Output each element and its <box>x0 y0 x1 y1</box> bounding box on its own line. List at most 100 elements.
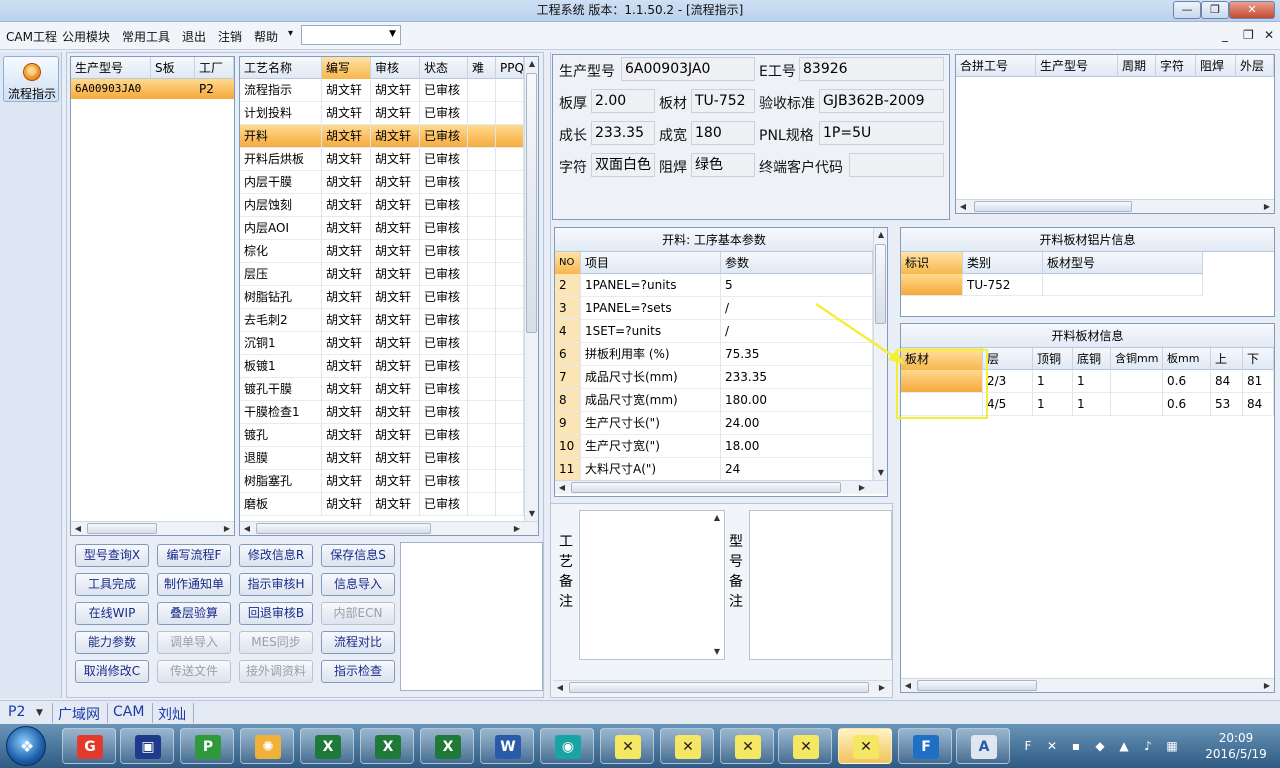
taskbar-excel-3[interactable]: X <box>420 728 474 764</box>
craft-remark-textarea[interactable]: ▲ ▼ <box>579 510 725 660</box>
tray-chart-icon[interactable]: ▲ <box>1116 738 1132 754</box>
volume-icon[interactable]: ♪ <box>1140 738 1156 754</box>
clock[interactable]: 20:09 2016/5/19 <box>1196 730 1276 762</box>
board-hscroll[interactable]: ◀ ▶ <box>901 678 1274 692</box>
col-down[interactable]: 下 <box>1243 348 1274 370</box>
col-bottom-cu[interactable]: 底铜 <box>1073 348 1111 370</box>
model-remark-textarea[interactable] <box>749 510 892 660</box>
table-row[interactable]: 11 大料尺寸A(") 24 <box>555 458 873 481</box>
scroll-down-icon[interactable]: ▼ <box>525 507 538 521</box>
action-button[interactable]: 信息导入 <box>321 573 395 596</box>
action-button[interactable]: 修改信息R <box>239 544 313 567</box>
scroll-left-icon[interactable]: ◀ <box>71 522 85 536</box>
action-button[interactable]: 回退审核B <box>239 602 313 625</box>
table-row[interactable]: 内层AOI 胡文轩 胡文轩 已审核 <box>240 217 524 240</box>
scroll-up-icon[interactable]: ▲ <box>525 57 538 71</box>
taskbar-excel-2[interactable]: X <box>360 728 414 764</box>
tray-f-icon[interactable]: F <box>1020 738 1036 754</box>
col-factory[interactable]: 工厂 <box>195 57 234 79</box>
action-button[interactable]: 调单导入 <box>157 631 231 654</box>
remarks-hscroll[interactable]: ◀ ▶ <box>553 680 892 694</box>
chevron-down-icon[interactable]: ▼ <box>36 708 43 718</box>
action-button[interactable]: 型号查询X <box>75 544 149 567</box>
status-factory[interactable]: P2 <box>8 704 25 720</box>
action-button[interactable]: 保存信息S <box>321 544 395 567</box>
nav-flow-button[interactable]: ◎ 流程指示 <box>3 56 59 102</box>
col-merge-mask[interactable]: 阻焊 <box>1196 55 1236 77</box>
taskbar-app-g[interactable]: G <box>62 728 116 764</box>
action-button[interactable]: 指示审核H <box>239 573 313 596</box>
table-row[interactable]: 镀孔 胡文轩 胡文轩 已审核 <box>240 424 524 447</box>
table-row[interactable]: 内层蚀刻 胡文轩 胡文轩 已审核 <box>240 194 524 217</box>
scroll-thumb[interactable] <box>526 73 537 333</box>
table-row[interactable]: 干膜检查1 胡文轩 胡文轩 已审核 <box>240 401 524 424</box>
col-s-board[interactable]: S板 <box>151 57 195 79</box>
taskbar-xterm-active[interactable]: ✕ <box>838 728 892 764</box>
merge-grid-hscroll[interactable]: ◀ ▶ <box>956 199 1274 213</box>
col-status[interactable]: 状态 <box>420 57 468 79</box>
network-icon[interactable]: ▦ <box>1164 738 1180 754</box>
col-difficulty[interactable]: 难 <box>468 57 496 79</box>
start-button[interactable]: ❖ <box>6 726 46 766</box>
col-board-thickness[interactable]: 板mm <box>1163 348 1211 370</box>
table-row[interactable]: 层压 胡文轩 胡文轩 已审核 <box>240 263 524 286</box>
table-row[interactable]: 计划投料 胡文轩 胡文轩 已审核 <box>240 102 524 125</box>
table-row[interactable]: 磨板 胡文轩 胡文轩 已审核 <box>240 493 524 516</box>
scroll-thumb[interactable] <box>87 523 157 534</box>
taskbar-xterm-3[interactable]: ✕ <box>720 728 774 764</box>
menu-cam[interactable]: CAM工程 <box>6 28 57 45</box>
menu-logout[interactable]: 注销 <box>218 28 242 45</box>
action-button[interactable]: 编写流程F <box>157 544 231 567</box>
col-ppqe[interactable]: PPQE <box>496 57 524 79</box>
menu-exit[interactable]: 退出 <box>182 28 206 45</box>
table-row[interactable]: 树脂塞孔 胡文轩 胡文轩 已审核 <box>240 470 524 493</box>
eno-value[interactable]: 83926 <box>799 57 944 81</box>
col-merge-outer[interactable]: 外层 <box>1236 55 1274 77</box>
scroll-left-icon[interactable]: ◀ <box>956 200 970 214</box>
col-merge-model[interactable]: 生产型号 <box>1036 55 1118 77</box>
scroll-left-icon[interactable]: ◀ <box>555 481 569 495</box>
taskbar-app-eye[interactable]: ◉ <box>540 728 594 764</box>
table-row[interactable]: 流程指示 胡文轩 胡文轩 已审核 <box>240 79 524 102</box>
col-model[interactable]: 生产型号 <box>71 57 151 79</box>
taskbar-app-save[interactable]: ▣ <box>120 728 174 764</box>
action-button[interactable]: 制作通知单 <box>157 573 231 596</box>
col-up[interactable]: 上 <box>1211 348 1243 370</box>
col-merge-char[interactable]: 字符 <box>1156 55 1196 77</box>
col-item[interactable]: 项目 <box>581 252 721 274</box>
table-row[interactable]: 开料后烘板 胡文轩 胡文轩 已审核 <box>240 148 524 171</box>
table-row[interactable]: 镀孔干膜 胡文轩 胡文轩 已审核 <box>240 378 524 401</box>
help-dropdown-icon[interactable]: ▾ <box>288 28 293 39</box>
table-row[interactable]: 板镀1 胡文轩 胡文轩 已审核 <box>240 355 524 378</box>
table-row[interactable]: 退膜 胡文轩 胡文轩 已审核 <box>240 447 524 470</box>
model-grid-hscroll[interactable]: ◀ ▶ <box>71 521 234 535</box>
maximize-button[interactable]: ❐ <box>1201 1 1229 19</box>
scroll-right-icon[interactable]: ▶ <box>875 681 889 695</box>
scroll-thumb[interactable] <box>974 201 1132 212</box>
col-merge-no[interactable]: 合拼工号 <box>956 55 1036 77</box>
scroll-right-icon[interactable]: ▶ <box>855 481 869 495</box>
scroll-right-icon[interactable]: ▶ <box>220 522 234 536</box>
table-row[interactable]: 8 成品尺寸宽(mm) 180.00 <box>555 389 873 412</box>
thickness-value[interactable]: 2.00 <box>591 89 655 113</box>
mask-value[interactable]: 绿色 <box>691 153 755 177</box>
pnl-value[interactable]: 1P=5U <box>819 121 944 145</box>
standard-value[interactable]: GJB362B-2009 <box>819 89 944 113</box>
taskbar-app-doc[interactable]: A <box>956 728 1010 764</box>
col-param[interactable]: 参数 <box>721 252 873 274</box>
taskbar-xterm-2[interactable]: ✕ <box>660 728 714 764</box>
col-category[interactable]: 类别 <box>963 252 1043 274</box>
col-no[interactable]: NO <box>555 252 581 274</box>
process-grid-hscroll[interactable]: ◀ ▶ <box>240 521 538 535</box>
action-button[interactable]: 指示检查 <box>321 660 395 683</box>
action-button[interactable]: 接外调资料 <box>239 660 313 683</box>
table-row[interactable]: 6A00903JA0 P2 <box>71 79 234 99</box>
col-material-type[interactable]: 板材型号 <box>1043 252 1203 274</box>
scroll-thumb[interactable] <box>569 682 869 693</box>
scroll-left-icon[interactable]: ◀ <box>901 679 915 692</box>
scroll-thumb[interactable] <box>917 680 1037 691</box>
col-mark[interactable]: 标识 <box>901 252 963 274</box>
taskbar-app-f[interactable]: F <box>898 728 952 764</box>
taskbar-app-p[interactable]: P <box>180 728 234 764</box>
action-button[interactable]: 传送文件 <box>157 660 231 683</box>
